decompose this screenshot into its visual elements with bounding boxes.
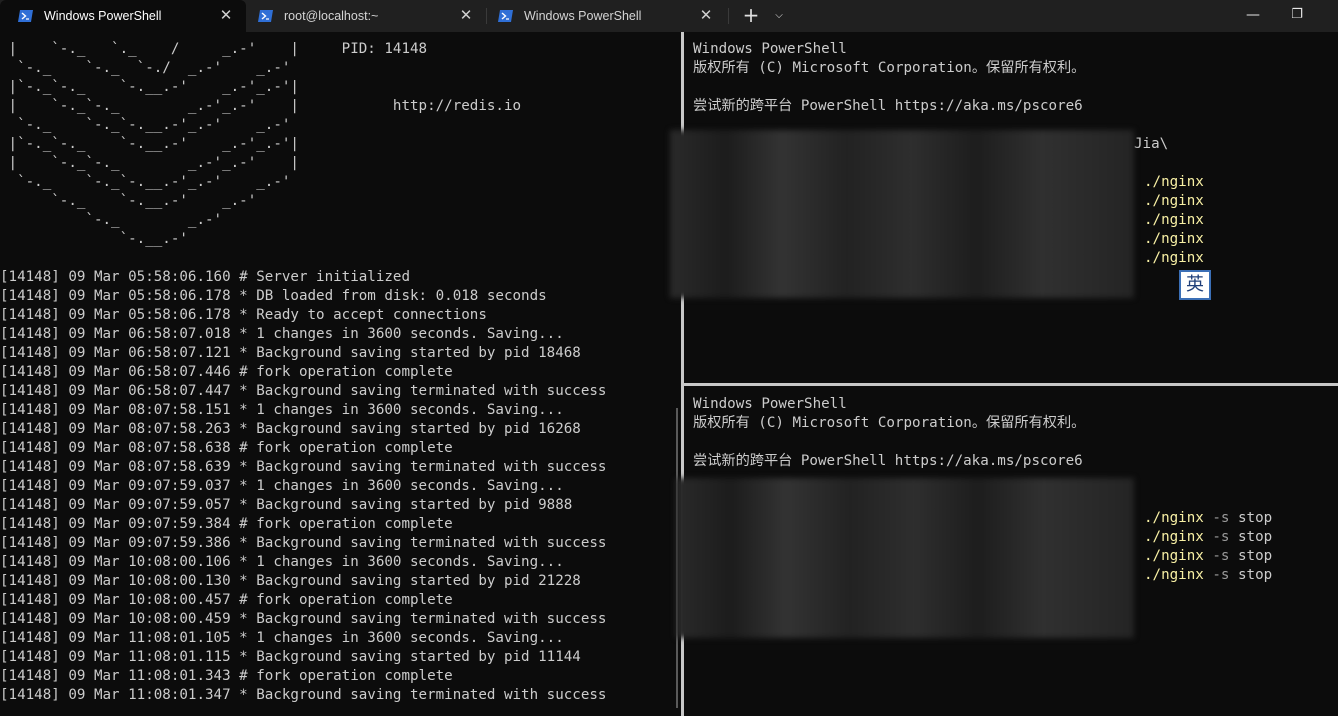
terminal-line: [14148] 09 Mar 11:08:01.347 * Background… <box>0 687 607 703</box>
maximize-button[interactable]: ❐ <box>1274 0 1320 32</box>
new-tab-button[interactable]: + <box>740 0 762 32</box>
command-text: ./nginx <box>1144 510 1204 526</box>
terminal-output: | `-._ `._ / _.-' | PID: 14148 `-._ `-._… <box>0 40 606 705</box>
terminal-line: `-._ `-._ `-./ _.-' _.-' <box>0 60 291 76</box>
terminal-line: |`-._`-._ `-.__.-' _.-'_.-'| <box>0 136 299 152</box>
terminal-line: [14148] 09 Mar 08:07:58.638 # fork opera… <box>0 440 453 456</box>
terminal-line: [14148] 09 Mar 11:08:01.115 * Background… <box>0 649 581 665</box>
terminal-line: [14148] 09 Mar 06:58:07.446 # fork opera… <box>0 364 453 380</box>
redacted-region <box>670 130 1134 298</box>
command-text: ./nginx <box>1144 567 1204 583</box>
command-text: ./nginx <box>1144 250 1204 266</box>
terminal-line: [14148] 09 Mar 11:08:01.105 * 1 changes … <box>0 630 564 646</box>
terminal-line: [14148] 09 Mar 09:07:59.057 * Background… <box>0 497 573 513</box>
close-icon[interactable]: ✕ <box>458 0 474 32</box>
command-flag: -s <box>1212 510 1230 526</box>
terminal-line: `-._ `-.__.-' _.-' <box>0 193 257 209</box>
command-line: ./nginx -s stop <box>1144 509 1272 528</box>
command-text: ./nginx <box>1144 193 1204 209</box>
terminal-line: 尝试新的跨平台 PowerShell https://aka.ms/pscore… <box>693 98 1083 114</box>
terminal-line: [14148] 09 Mar 11:08:01.343 # fork opera… <box>0 668 453 684</box>
terminal-line: |`-._`-._ `-.__.-' _.-'_.-'| <box>0 79 299 95</box>
terminal-line: Windows PowerShell <box>693 41 847 57</box>
terminal-line: | `-._`-._ _.-'_.-' | http://redis.io <box>0 98 522 114</box>
terminal-line: [14148] 09 Mar 08:07:58.263 * Background… <box>0 421 581 437</box>
terminal-line: 版权所有 (C) Microsoft Corporation。保留所有权利。 <box>693 60 1086 76</box>
title-bar: Windows PowerShell ✕ root@localhost:~ ✕ … <box>0 0 1338 32</box>
command-text: ./nginx <box>1144 212 1204 228</box>
pane-divider-horizontal[interactable] <box>684 383 1338 386</box>
terminal-line: [14148] 09 Mar 10:08:00.130 * Background… <box>0 573 581 589</box>
prompt-path-suffix: Jia\ <box>1134 136 1169 152</box>
tab-windows-powershell-1[interactable]: Windows PowerShell ✕ <box>0 0 246 32</box>
terminal-line: [14148] 09 Mar 05:58:06.178 * DB loaded … <box>0 288 547 304</box>
terminal-output: Windows PowerShell 版权所有 (C) Microsoft Co… <box>693 40 1085 116</box>
terminal-line: [14148] 09 Mar 09:07:59.384 # fork opera… <box>0 516 453 532</box>
terminal-line: [14148] 09 Mar 06:58:07.447 * Background… <box>0 383 607 399</box>
terminal-line: 版权所有 (C) Microsoft Corporation。保留所有权利。 <box>693 415 1086 431</box>
command-line: ./nginx -s stop <box>1144 528 1272 547</box>
command-text: ./nginx <box>1144 231 1204 247</box>
terminal-line: [14148] 09 Mar 08:07:58.151 * 1 changes … <box>0 402 564 418</box>
command-arg: stop <box>1237 567 1273 583</box>
terminal-line: `-.__.-' <box>0 231 188 247</box>
terminal-line: `-._ `-._`-.__.-'_.-' _.-' <box>0 117 291 133</box>
terminal-line: [14148] 09 Mar 08:07:58.639 * Background… <box>0 459 607 475</box>
minimize-button[interactable]: — <box>1230 0 1276 32</box>
close-icon[interactable]: ✕ <box>698 0 714 32</box>
terminal-line: [14148] 09 Mar 05:58:06.178 * Ready to a… <box>0 307 487 323</box>
left-terminal-pane[interactable]: | `-._ `._ / _.-' | PID: 14148 `-._ `-._… <box>0 40 680 716</box>
powershell-icon <box>18 10 33 22</box>
command-list: ./nginx -s stop ./nginx -s stop ./nginx … <box>1144 509 1272 585</box>
ime-indicator[interactable]: 英 <box>1179 270 1211 300</box>
command-text: ./nginx <box>1144 548 1204 564</box>
tab-windows-powershell-2[interactable]: Windows PowerShell ✕ <box>486 0 726 32</box>
terminal-line: [14148] 09 Mar 09:07:59.037 * 1 changes … <box>0 478 564 494</box>
terminal-line: [14148] 09 Mar 09:07:59.386 * Background… <box>0 535 607 551</box>
chevron-down-icon[interactable]: ⌵ <box>770 0 788 32</box>
command-flag: -s <box>1212 548 1230 564</box>
terminal-line: Windows PowerShell <box>693 396 847 412</box>
command-text: ./nginx <box>1144 174 1204 190</box>
terminal-line: [14148] 09 Mar 10:08:00.106 * 1 changes … <box>0 554 564 570</box>
tab-root-localhost[interactable]: root@localhost:~ ✕ <box>246 0 486 32</box>
terminal-output: Windows PowerShell 版权所有 (C) Microsoft Co… <box>693 395 1085 471</box>
terminal-line: `-._ _.-' <box>0 212 223 228</box>
terminal-line: [14148] 09 Mar 10:08:00.459 * Background… <box>0 611 607 627</box>
command-arg: stop <box>1237 510 1273 526</box>
command-line: ./nginx -s stop <box>1144 547 1272 566</box>
command-flag: -s <box>1212 567 1230 583</box>
terminal-line: [14148] 09 Mar 10:08:00.457 # fork opera… <box>0 592 453 608</box>
tab-title: Windows PowerShell <box>44 9 162 23</box>
command-arg: stop <box>1237 529 1273 545</box>
terminal-line: [14148] 09 Mar 05:58:06.160 # Server ini… <box>0 269 410 285</box>
terminal-line: [14148] 09 Mar 06:58:07.018 * 1 changes … <box>0 326 564 342</box>
command-flag: -s <box>1212 529 1230 545</box>
command-text: ./nginx <box>1144 529 1204 545</box>
command-arg: stop <box>1237 548 1273 564</box>
tab-title: root@localhost:~ <box>284 9 379 23</box>
powershell-icon <box>498 10 513 22</box>
tab-title: Windows PowerShell <box>524 9 642 23</box>
close-icon[interactable]: ✕ <box>218 0 234 32</box>
terminal-line: | `-._ `._ / _.-' | PID: 14148 <box>0 41 428 57</box>
redacted-region <box>676 478 1134 638</box>
terminal-icon <box>258 10 273 22</box>
command-list: ./nginx ./nginx ./nginx ./nginx ./nginx <box>1144 173 1204 268</box>
terminal-line: 尝试新的跨平台 PowerShell https://aka.ms/pscore… <box>693 453 1083 469</box>
command-line: ./nginx -s stop <box>1144 566 1272 585</box>
terminal-line: `-._ `-._`-.__.-'_.-' _.-' <box>0 174 291 190</box>
tab-separator <box>728 8 729 24</box>
terminal-line: | `-._`-._ _.-'_.-' | <box>0 155 299 171</box>
terminal-line: [14148] 09 Mar 06:58:07.121 * Background… <box>0 345 581 361</box>
